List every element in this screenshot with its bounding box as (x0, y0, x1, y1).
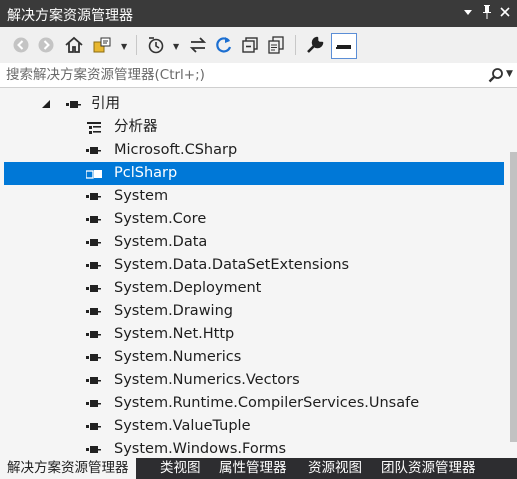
tree-item-label: System.Numerics (114, 349, 242, 365)
tab-solution-explorer[interactable]: 解决方案资源管理器 (0, 458, 136, 479)
tree-item[interactable]: System (0, 185, 505, 208)
reference-icon (86, 327, 104, 341)
reference-icon (86, 235, 104, 249)
home-icon[interactable] (64, 35, 84, 55)
tree-item-label: Microsoft.CSharp (114, 142, 238, 158)
reference-icon (86, 373, 104, 387)
tree-item-label: System.Data.DataSetExtensions (114, 257, 350, 273)
pin-icon[interactable] (481, 4, 493, 24)
tree-item-label: PclSharp (114, 165, 178, 181)
tree-item-label: System.Data (114, 234, 208, 250)
sync-icon[interactable] (188, 35, 208, 55)
solution-tree: 引用 分析器 Microsoft.CSharp PclSharp System Syst… (0, 88, 510, 458)
refresh-icon[interactable] (214, 35, 234, 55)
preview-icon[interactable] (331, 33, 357, 59)
chevron-down-icon[interactable]: ▼ (173, 42, 179, 51)
tree-item-label: System (114, 188, 169, 204)
reference-icon (86, 419, 104, 433)
tab-class-view[interactable]: 类视图 (153, 458, 208, 479)
tree-item-label: System.Drawing (114, 303, 233, 319)
tree-item[interactable]: System.ValueTuple (0, 415, 505, 438)
tree-item-label: System.Numerics.Vectors (114, 372, 300, 388)
tree-item[interactable]: PclSharp (4, 162, 504, 185)
tree-item[interactable]: Microsoft.CSharp (0, 139, 505, 162)
properties-wrench-icon[interactable] (305, 35, 325, 55)
close-icon[interactable] (499, 4, 511, 24)
reference-icon (86, 143, 104, 157)
chevron-down-icon[interactable] (463, 4, 473, 24)
tree-item-label: System.Runtime.CompilerServices.Unsafe (114, 395, 420, 411)
reference-icon (86, 189, 104, 203)
search-icon[interactable] (488, 67, 504, 87)
reference-icon (86, 212, 104, 226)
reference-icon (86, 258, 104, 272)
tree-item[interactable]: System.Numerics (0, 346, 505, 369)
reference-icon (86, 442, 104, 456)
reference-icon (86, 304, 104, 318)
forward-icon[interactable] (36, 35, 56, 55)
tree-item-label: 分析器 (114, 119, 158, 135)
tree-item[interactable]: System.Net.Http (0, 323, 505, 346)
tree-item[interactable]: System.Core (0, 208, 505, 231)
search-bar: ▼ (0, 63, 517, 88)
window-title-bar: 解决方案资源管理器 (0, 0, 517, 27)
tree-item[interactable]: System.Runtime.CompilerServices.Unsafe (0, 392, 505, 415)
reference-icon (86, 281, 104, 295)
reference-icon (86, 396, 104, 410)
tree-item-label: System.ValueTuple (114, 418, 251, 434)
tool-window-tabs: 解决方案资源管理器 类视图 属性管理器 资源视图 团队资源管理器 (0, 458, 517, 479)
show-all-files-icon[interactable] (266, 35, 286, 55)
toolbar: ▼ ▼ (0, 27, 517, 64)
chevron-down-icon[interactable]: ▼ (121, 42, 127, 51)
tree-item-label: System.Deployment (114, 280, 262, 296)
vertical-scrollbar[interactable] (510, 88, 517, 458)
analyzer-icon (86, 120, 104, 134)
tree-item[interactable]: System.Drawing (0, 300, 505, 323)
tree-item[interactable]: System.Data (0, 231, 505, 254)
reference-icon (86, 350, 104, 364)
tree-item-label: System.Net.Http (114, 326, 235, 342)
pending-changes-icon[interactable] (146, 35, 166, 55)
reference-icon (85, 166, 104, 180)
back-icon[interactable] (11, 35, 31, 55)
tree-item[interactable]: System.Numerics.Vectors (0, 369, 505, 392)
window-title: 解决方案资源管理器 (7, 8, 133, 24)
tree-item[interactable]: System.Data.DataSetExtensions (0, 254, 505, 277)
tree-node-references[interactable]: 引用 (0, 93, 505, 116)
tree-item[interactable]: 分析器 (0, 116, 505, 139)
tree-item[interactable]: System.Deployment (0, 277, 505, 300)
tree-item-label: System.Windows.Forms (114, 441, 287, 457)
chevron-down-icon[interactable]: ▼ (506, 69, 513, 79)
tab-property-manager[interactable]: 属性管理器 (212, 458, 294, 479)
toolbar-separator (295, 35, 296, 55)
tree-node-label: 引用 (91, 96, 120, 112)
toolbar-separator (136, 35, 137, 55)
collapse-all-icon[interactable] (240, 35, 260, 55)
switch-views-icon[interactable] (92, 35, 112, 55)
tree-item-label: System.Core (114, 211, 207, 227)
scrollbar-thumb[interactable] (510, 152, 517, 442)
search-input[interactable] (6, 65, 476, 84)
references-icon (66, 97, 84, 111)
tab-team-explorer[interactable]: 团队资源管理器 (374, 458, 483, 479)
tree-item[interactable]: System.Windows.Forms (0, 438, 505, 458)
tab-resource-view[interactable]: 资源视图 (301, 458, 369, 479)
